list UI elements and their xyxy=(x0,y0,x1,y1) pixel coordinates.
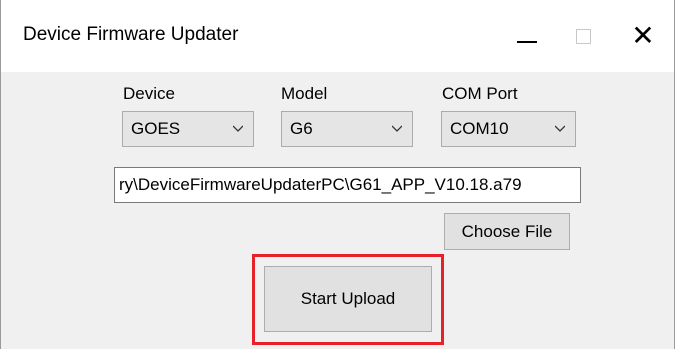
com-port-select[interactable]: COM10 xyxy=(441,111,576,147)
com-port-label: COM Port xyxy=(442,84,518,103)
window-title: Device Firmware Updater xyxy=(23,24,239,45)
close-button[interactable]: ✕ xyxy=(613,0,673,72)
model-label: Model xyxy=(281,84,328,103)
close-icon: ✕ xyxy=(631,20,655,51)
com-port-select-value: COM10 xyxy=(450,119,509,138)
device-label: Device xyxy=(123,84,175,103)
minimize-button[interactable] xyxy=(497,0,557,72)
chevron-down-icon xyxy=(392,125,402,132)
maximize-icon xyxy=(575,28,591,44)
minimize-icon xyxy=(517,41,537,43)
device-select[interactable]: GOES xyxy=(122,111,254,147)
device-select-value: GOES xyxy=(131,119,181,138)
chevron-down-icon xyxy=(233,125,243,132)
file-path-input[interactable]: ry\DeviceFirmwareUpdaterPC\G61_APP_V10.1… xyxy=(114,167,581,203)
title-bar: Device Firmware Updater ✕ xyxy=(1,0,674,72)
maximize-button[interactable] xyxy=(553,0,613,72)
chevron-down-icon xyxy=(555,125,565,132)
choose-file-button[interactable]: Choose File xyxy=(444,213,570,250)
highlight-box xyxy=(252,254,444,345)
model-select[interactable]: G6 xyxy=(281,111,413,147)
model-select-value: G6 xyxy=(290,119,313,138)
app-window: Device Firmware Updater ✕ Device Model C… xyxy=(0,0,675,349)
